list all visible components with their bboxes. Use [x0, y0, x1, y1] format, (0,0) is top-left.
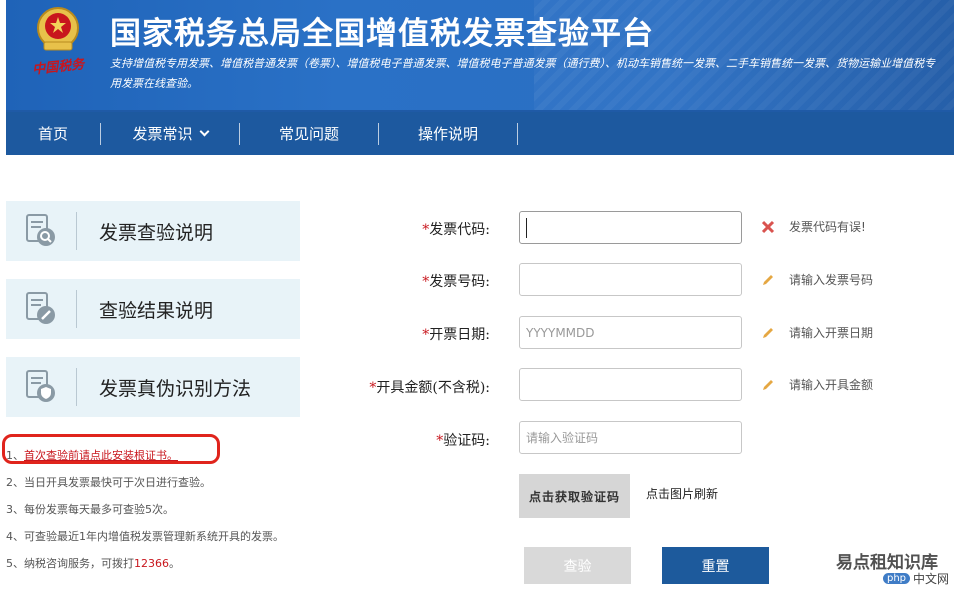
issue-date-input[interactable]: YYYYMMDD: [519, 316, 742, 349]
sidebar-item-label: 发票查验说明: [99, 221, 214, 244]
nav-instructions-label: 操作说明: [417, 125, 478, 143]
watermark-logo: php 中文网: [883, 570, 949, 587]
document-search-icon: [6, 201, 76, 261]
hotline-number: 12366: [134, 557, 169, 570]
card-divider: [76, 212, 77, 250]
text-cursor: [526, 217, 527, 238]
nav-home-label: 首页: [37, 125, 68, 143]
sidebar-item-result-instructions[interactable]: 查验结果说明: [6, 279, 300, 339]
highlight-annotation: [2, 434, 220, 464]
sidebar-item-label: 发票真伪识别方法: [99, 377, 252, 400]
invoice-number-label: *发票号码:: [422, 271, 490, 291]
invoice-number-hint: 请输入发票号码: [760, 271, 873, 288]
captcha-input[interactable]: 请输入验证码: [519, 421, 742, 454]
nav-instructions[interactable]: 操作说明: [379, 112, 517, 155]
invoice-code-error-text: 发票代码有误!: [789, 220, 866, 234]
invoice-number-input[interactable]: [519, 263, 742, 296]
watermark-site: 中文网: [913, 572, 950, 586]
check-button-label: 查验: [563, 558, 592, 575]
invoice-code-label: *发票代码:: [422, 219, 490, 239]
page-subtitle: 支持增值税专用发票、增值税普通发票（卷票）、增值税电子普通发票、增值税电子普通发…: [110, 57, 935, 90]
main-nav: 首页 发票常识 常见问题 操作说明: [6, 112, 954, 155]
issue-date-placeholder: YYYYMMDD: [526, 325, 595, 340]
list-item: 2、当日开具发票最快可于次日进行查验。: [6, 476, 211, 489]
amount-hint-text: 请输入开具金额: [789, 378, 874, 392]
document-edit-icon: [6, 279, 76, 339]
reset-button-label: 重置: [701, 558, 730, 575]
list-item: 4、可查验最近1年内增值税发票管理新系统开具的发票。: [6, 530, 284, 543]
sidebar-item-authenticity-methods[interactable]: 发票真伪识别方法: [6, 357, 300, 417]
invoice-number-label-text: 发票号码:: [429, 274, 490, 290]
note-suffix: 。: [169, 557, 180, 570]
captcha-placeholder: 请输入验证码: [526, 431, 599, 445]
brand-signature: 中国税务: [31, 57, 85, 78]
card-divider: [76, 368, 77, 406]
nav-home[interactable]: 首页: [6, 112, 100, 155]
list-item: 3、每份发票每天最多可查验5次。: [6, 503, 174, 516]
list-item: 5、纳税咨询服务，可拨打12366。: [6, 550, 346, 577]
amount-input[interactable]: [519, 368, 742, 401]
invoice-code-input[interactable]: [519, 211, 742, 244]
captcha-label: *验证码:: [436, 430, 490, 450]
issue-date-label: *开票日期:: [422, 324, 490, 344]
site-header: 中国税务 国家税务总局全国增值税发票查验平台 支持增值税专用发票、增值税普通发票…: [6, 0, 954, 155]
invoice-code-label-text: 发票代码:: [429, 222, 490, 238]
captcha-label-text: 验证码:: [443, 433, 490, 449]
php-badge: php: [883, 573, 911, 584]
issue-date-label-text: 开票日期:: [429, 327, 490, 343]
pencil-icon: [763, 379, 773, 390]
amount-hint: 请输入开具金额: [760, 376, 873, 393]
amount-label: *开具金额(不含税):: [369, 377, 490, 397]
amount-label-text: 开具金额(不含税):: [376, 380, 490, 396]
invoice-number-hint-text: 请输入发票号码: [789, 273, 874, 287]
pencil-icon: [763, 274, 773, 285]
check-button[interactable]: 查验: [524, 547, 631, 584]
header-banner: 中国税务 国家税务总局全国增值税发票查验平台 支持增值税专用发票、增值税普通发票…: [6, 0, 954, 110]
refresh-captcha-link[interactable]: 点击图片刷新: [646, 485, 718, 502]
nav-faq-label: 常见问题: [278, 125, 339, 143]
sidebar-item-check-instructions[interactable]: 发票查验说明: [6, 201, 300, 261]
nav-invoice-knowledge-label: 发票常识: [132, 125, 193, 143]
nav-invoice-knowledge[interactable]: 发票常识: [101, 112, 239, 155]
reset-button[interactable]: 重置: [662, 547, 769, 584]
issue-date-hint-text: 请输入开票日期: [789, 326, 874, 340]
captcha-image-text: 点击获取验证码: [528, 489, 620, 504]
nav-faq[interactable]: 常见问题: [240, 112, 378, 155]
card-divider: [76, 290, 77, 328]
document-shield-icon: [6, 357, 76, 417]
invoice-code-error: 发票代码有误!: [760, 218, 866, 235]
pencil-icon: [763, 327, 773, 338]
sidebar-item-label: 查验结果说明: [99, 299, 214, 322]
page-title: 国家税务总局全国增值税发票查验平台: [110, 16, 654, 52]
captcha-image[interactable]: 点击获取验证码: [519, 474, 630, 518]
tax-emblem-icon: [37, 7, 79, 51]
chevron-down-icon: [199, 126, 209, 137]
issue-date-hint: 请输入开票日期: [760, 324, 873, 341]
error-x-icon: [761, 220, 775, 233]
note-text: 5、纳税咨询服务，可拨打: [6, 557, 134, 570]
nav-divider: [517, 122, 518, 145]
